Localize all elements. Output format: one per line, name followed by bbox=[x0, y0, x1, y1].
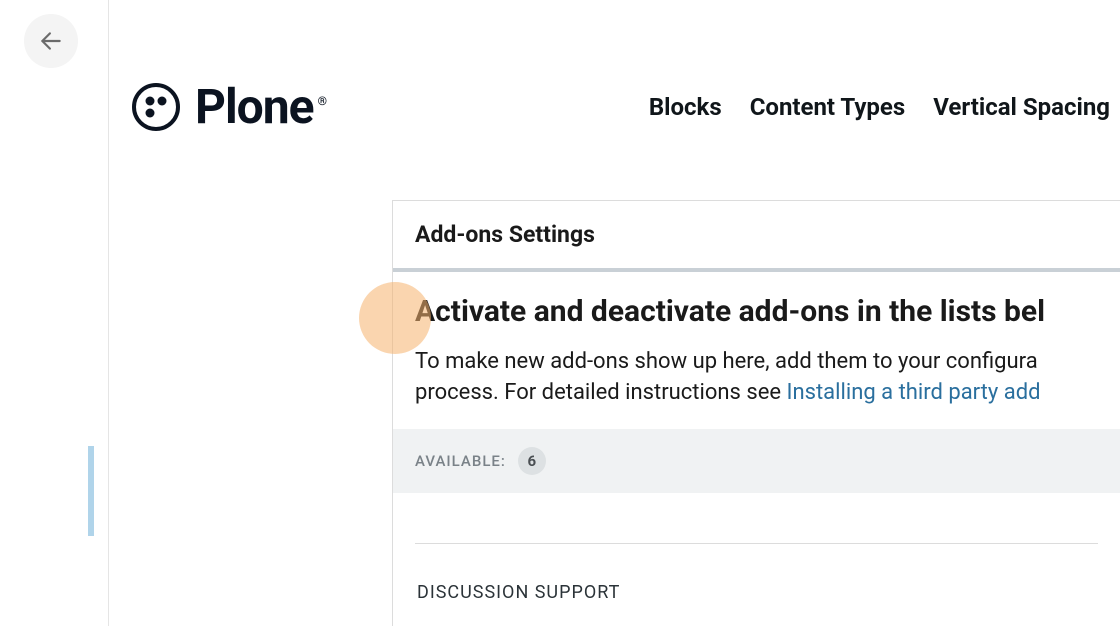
arrow-left-icon bbox=[38, 28, 64, 54]
available-count-badge: 6 bbox=[518, 447, 546, 475]
plone-logo-icon bbox=[131, 82, 181, 132]
available-label: AVAILABLE: bbox=[415, 452, 506, 470]
description-line1: To make new add-ons show up here, add th… bbox=[415, 349, 1038, 374]
nav-vertical-spacing[interactable]: Vertical Spacing bbox=[933, 93, 1110, 121]
nav-content-types[interactable]: Content Types bbox=[750, 93, 906, 121]
panel-title: Add-ons Settings bbox=[415, 221, 1098, 248]
panel-header: Add-ons Settings bbox=[393, 201, 1120, 272]
addon-divider bbox=[415, 543, 1098, 544]
section-description: To make new add-ons show up here, add th… bbox=[415, 347, 1098, 409]
nav-blocks[interactable]: Blocks bbox=[649, 93, 722, 121]
vertical-divider bbox=[108, 0, 109, 626]
brand-name-text: Plone bbox=[195, 78, 314, 135]
main-nav: Blocks Content Types Vertical Spacing bbox=[649, 93, 1110, 121]
available-bar: AVAILABLE: 6 bbox=[393, 429, 1120, 493]
brand-logo[interactable]: Plone ® bbox=[131, 78, 326, 135]
addon-item-discussion-support[interactable]: DISCUSSION SUPPORT bbox=[415, 582, 1098, 603]
brand-registered-mark: ® bbox=[318, 94, 326, 108]
section-heading: Activate and deactivate add-ons in the l… bbox=[415, 294, 1098, 329]
back-button[interactable] bbox=[24, 14, 78, 68]
addons-panel: Add-ons Settings Activate and deactivate… bbox=[392, 200, 1120, 626]
brand-name: Plone ® bbox=[195, 78, 326, 135]
install-docs-link[interactable]: Installing a third party add bbox=[787, 380, 1041, 405]
side-accent-bar bbox=[88, 446, 94, 536]
panel-body: Activate and deactivate add-ons in the l… bbox=[393, 272, 1120, 603]
header: Plone ® Blocks Content Types Vertical Sp… bbox=[131, 78, 1120, 135]
description-line2: process. For detailed instructions see bbox=[415, 380, 787, 405]
